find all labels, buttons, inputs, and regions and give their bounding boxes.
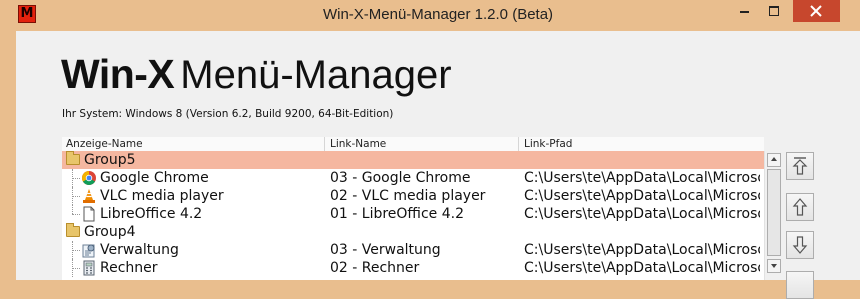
column-divider[interactable] bbox=[518, 137, 519, 151]
tree-line bbox=[72, 178, 80, 179]
document-icon bbox=[83, 206, 95, 222]
app-heading: Win-X Menü-Manager bbox=[61, 51, 452, 98]
system-info: Ihr System: Windows 8 (Version 6.2, Buil… bbox=[62, 108, 394, 120]
chrome-icon bbox=[82, 171, 96, 185]
tree-line bbox=[72, 205, 73, 214]
shortcut-row[interactable]: Verwaltung 03 - Verwaltung C:\Users\te\A… bbox=[62, 241, 764, 259]
table-header: Anzeige-Name Link-Name Link-Pfad bbox=[62, 137, 764, 152]
shortcut-tree-list[interactable]: Group5 Google Chrome 03 - Google Chrome … bbox=[62, 151, 764, 280]
scrollbar-thumb[interactable] bbox=[767, 169, 781, 256]
move-to-bottom-button[interactable] bbox=[786, 271, 814, 299]
group-label: Group5 bbox=[84, 152, 136, 168]
shortcut-display-name: VLC media player bbox=[100, 188, 224, 204]
group-label: Group4 bbox=[84, 224, 136, 240]
move-up-button[interactable] bbox=[786, 193, 814, 221]
shortcut-row[interactable]: LibreOffice 4.2 01 - LibreOffice 4.2 C:\… bbox=[62, 205, 764, 223]
app-heading-light: Menü-Manager bbox=[180, 53, 452, 97]
column-header-link-name[interactable]: Link-Name bbox=[326, 138, 386, 150]
app-heading-bold: Win-X bbox=[61, 51, 175, 97]
shortcut-row[interactable]: Rechner 02 - Rechner C:\Users\te\AppData… bbox=[62, 259, 764, 277]
vertical-scrollbar[interactable] bbox=[764, 151, 782, 280]
close-button[interactable] bbox=[793, 0, 840, 22]
column-header-link-path[interactable]: Link-Pfad bbox=[520, 138, 572, 150]
shortcut-display-name: Verwaltung bbox=[100, 242, 179, 258]
shortcut-link-name: 03 - Google Chrome bbox=[330, 170, 471, 186]
admin-tools-icon bbox=[82, 244, 95, 258]
shortcut-link-path: C:\Users\te\AppData\Local\Microsoft bbox=[524, 170, 760, 186]
column-header-display-name[interactable]: Anzeige-Name bbox=[62, 138, 143, 150]
shortcut-link-name: 02 - Rechner bbox=[330, 260, 420, 276]
maximize-icon bbox=[769, 6, 779, 16]
shortcut-display-name: Google Chrome bbox=[100, 170, 209, 186]
maximize-button[interactable] bbox=[760, 0, 790, 22]
folder-icon bbox=[66, 151, 80, 165]
tree-line bbox=[72, 196, 80, 197]
tree-line bbox=[72, 250, 80, 251]
shortcut-display-name: Rechner bbox=[100, 260, 158, 276]
tree-line bbox=[72, 268, 80, 269]
minimize-button[interactable] bbox=[730, 0, 760, 22]
tree-line bbox=[72, 214, 80, 215]
close-icon bbox=[810, 5, 822, 17]
calculator-icon bbox=[83, 260, 95, 276]
move-down-icon bbox=[792, 236, 808, 254]
shortcut-link-name: 03 - Verwaltung bbox=[330, 242, 441, 258]
shortcut-link-name: 01 - LibreOffice 4.2 bbox=[330, 206, 464, 222]
scroll-up-arrow-icon[interactable] bbox=[767, 153, 781, 167]
move-to-top-icon bbox=[792, 157, 808, 175]
shortcut-row[interactable]: VLC media player 02 - VLC media player C… bbox=[62, 187, 764, 205]
vlc-cone-icon bbox=[83, 189, 95, 203]
shortcut-row[interactable]: Google Chrome 03 - Google Chrome C:\User… bbox=[62, 169, 764, 187]
folder-icon bbox=[66, 223, 80, 237]
main-panel: Win-X Menü-Manager Ihr System: Windows 8 … bbox=[16, 31, 860, 299]
minimize-icon bbox=[740, 11, 749, 13]
app-window: M Win-X-Menü-Manager 1.2.0 (Beta) Win-X M… bbox=[0, 0, 860, 299]
move-up-icon bbox=[792, 198, 808, 216]
shortcut-display-name: LibreOffice 4.2 bbox=[100, 206, 203, 222]
group-row[interactable]: Group5 bbox=[62, 151, 764, 169]
title-bar[interactable]: M Win-X-Menü-Manager 1.2.0 (Beta) bbox=[8, 0, 860, 31]
shortcut-link-name: 02 - VLC media player bbox=[330, 188, 486, 204]
move-to-top-button[interactable] bbox=[786, 152, 814, 180]
shortcut-link-path: C:\Users\te\AppData\Local\Microsoft bbox=[524, 188, 760, 204]
shortcut-link-path: C:\Users\te\AppData\Local\Microsoft bbox=[524, 206, 760, 222]
shortcut-link-path: C:\Users\te\AppData\Local\Microsoft bbox=[524, 260, 760, 276]
shortcut-link-path: C:\Users\te\AppData\Local\Microsoft bbox=[524, 242, 760, 258]
column-divider[interactable] bbox=[324, 137, 325, 151]
group-row[interactable]: Group4 bbox=[62, 223, 764, 241]
scroll-down-arrow-icon[interactable] bbox=[767, 259, 781, 273]
move-down-button[interactable] bbox=[786, 231, 814, 259]
